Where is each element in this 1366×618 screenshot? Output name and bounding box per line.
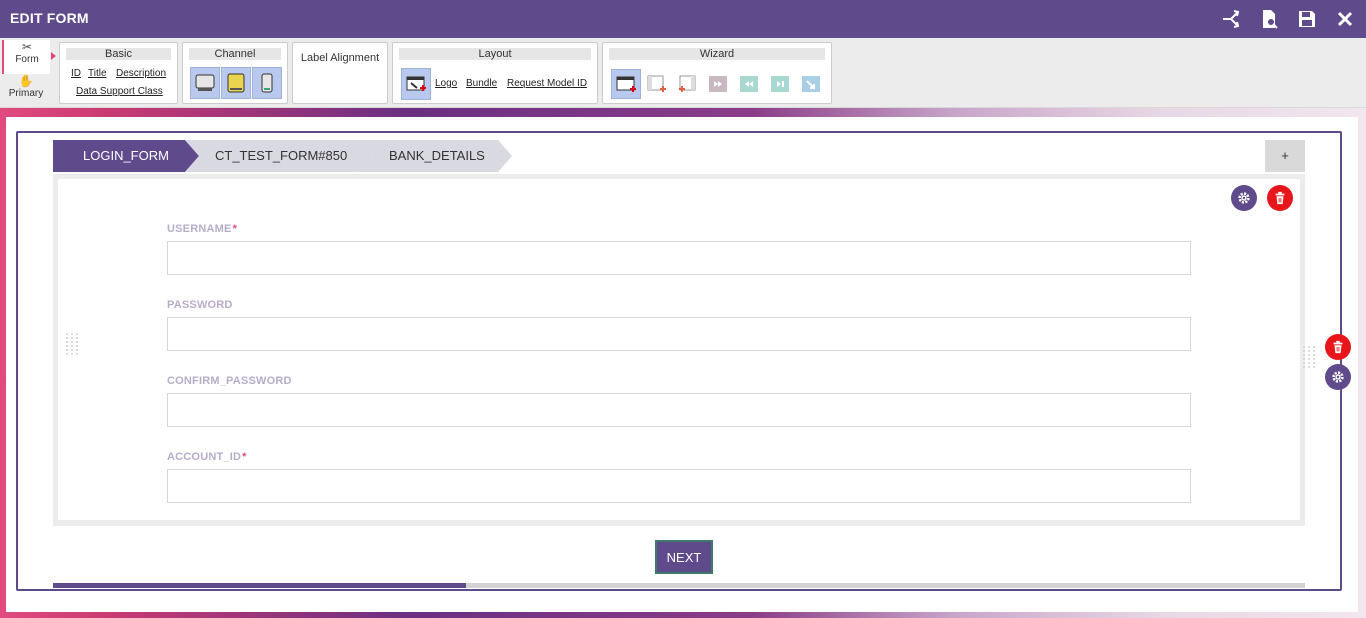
ribbon-group-layout: Layout Logo Bundle Request Model ID — [392, 42, 598, 104]
insert-before-icon — [647, 75, 666, 92]
side-tab-form-label: Form — [15, 54, 39, 65]
link-bundle[interactable]: Bundle — [466, 78, 497, 89]
side-tab-form[interactable]: ✂ Form — [2, 40, 50, 74]
wizard-add-step-button[interactable] — [611, 69, 641, 99]
wizard-progress-fill — [53, 583, 467, 588]
link-title[interactable]: Title — [88, 68, 107, 79]
side-tab-primary-label: Primary — [8, 88, 44, 99]
wizard-progress-bar — [53, 583, 1305, 588]
required-marker: * — [232, 223, 238, 235]
group-header-channel: Channel — [189, 48, 281, 60]
link-data-support-class[interactable]: Data Support Class — [76, 86, 163, 97]
finish-icon — [802, 76, 820, 92]
link-id[interactable]: ID — [71, 68, 81, 79]
wizard-insert-before-button[interactable] — [643, 71, 669, 97]
row-delete-button[interactable] — [1325, 334, 1351, 360]
group-header-layout: Layout — [399, 48, 591, 60]
save-icon[interactable] — [1296, 8, 1318, 30]
step-tab-bank-details[interactable]: BANK_DETAILS — [359, 140, 512, 172]
skip-icon — [771, 76, 789, 92]
password-input[interactable] — [167, 317, 1191, 351]
step-tab-login-form[interactable]: LOGIN_FORM — [53, 140, 199, 172]
ribbon-group-channel: Channel — [182, 42, 288, 104]
row-settings-button[interactable] — [1325, 364, 1351, 390]
channel-desktop-button[interactable] — [190, 67, 220, 99]
channel-mobile-button[interactable] — [252, 67, 282, 99]
ribbon-group-basic: Basic ID Title Description Data Support … — [59, 42, 178, 104]
side-tab-primary[interactable]: ✋ Primary — [2, 74, 50, 108]
field-label-password: PASSWORD — [167, 299, 233, 311]
group-header-wizard: Wizard — [609, 48, 825, 60]
step-tab-label: CT_TEST_FORM#850 — [215, 148, 348, 163]
section-settings-button[interactable] — [1231, 185, 1257, 211]
tablet-icon — [227, 73, 245, 93]
active-tab-indicator — [51, 52, 56, 60]
window-add-icon — [616, 76, 636, 92]
step-tab-label: LOGIN_FORM — [83, 148, 169, 163]
link-description[interactable]: Description — [116, 68, 166, 79]
close-icon[interactable] — [1334, 8, 1356, 30]
confirm-password-input[interactable] — [167, 393, 1191, 427]
app-title: EDIT FORM — [10, 10, 89, 26]
side-tabs: ✂ Form ✋ Primary — [0, 38, 56, 108]
channel-tablet-button[interactable] — [221, 67, 251, 99]
fast-forward-icon — [709, 76, 727, 92]
layout-select-button[interactable] — [401, 68, 431, 100]
wizard-finish-button[interactable] — [798, 71, 824, 97]
group-header-basic: Basic — [66, 48, 171, 60]
add-step-button[interactable]: + — [1265, 140, 1305, 172]
gear-icon — [1332, 371, 1344, 383]
trash-icon — [1333, 340, 1343, 354]
trash-icon — [1275, 191, 1285, 205]
wizard-move-first-button[interactable] — [736, 71, 762, 97]
section-delete-button[interactable] — [1267, 185, 1293, 211]
insert-after-icon — [679, 75, 696, 92]
rewind-icon — [740, 76, 758, 92]
gear-icon — [1238, 192, 1250, 204]
required-marker: * — [242, 451, 247, 463]
drag-handle-right[interactable] — [1303, 346, 1316, 368]
account-id-input[interactable] — [167, 469, 1191, 503]
link-request-model-id[interactable]: Request Model ID — [507, 78, 587, 89]
monitor-icon — [195, 74, 215, 91]
mobile-icon — [261, 73, 273, 93]
wizard-skip-button[interactable] — [767, 71, 793, 97]
share-icon[interactable] — [1220, 8, 1242, 30]
field-label-confirm-password: CONFIRM_PASSWORD — [167, 375, 292, 387]
hand-icon: ✋ — [18, 74, 34, 88]
title-bar: EDIT FORM — [0, 0, 1366, 38]
drag-handle-left[interactable] — [66, 333, 79, 355]
step-tab-ct-test-form[interactable]: CT_TEST_FORM#850 — [185, 140, 373, 172]
ribbon-group-label-alignment: Label Alignment — [292, 42, 388, 104]
next-button[interactable]: NEXT — [655, 540, 713, 574]
username-input[interactable] — [167, 241, 1191, 275]
wizard-move-last-button[interactable] — [705, 71, 731, 97]
link-logo[interactable]: Logo — [435, 78, 457, 89]
ribbon-group-wizard: Wizard — [602, 42, 832, 104]
document-preview-icon[interactable] — [1258, 8, 1280, 30]
ribbon-toolbar: ✂ Form ✋ Primary Basic ID Title Descript… — [0, 38, 1366, 108]
window-edit-icon — [406, 76, 426, 91]
field-label-username: USERNAME* — [167, 223, 238, 235]
step-tab-label: BANK_DETAILS — [389, 148, 485, 163]
group-header-label-alignment: Label Alignment — [300, 52, 380, 64]
field-label-account-id: ACCOUNT_ID* — [167, 451, 247, 463]
wizard-insert-after-button[interactable] — [675, 71, 701, 97]
tools-icon: ✂ — [21, 40, 33, 54]
